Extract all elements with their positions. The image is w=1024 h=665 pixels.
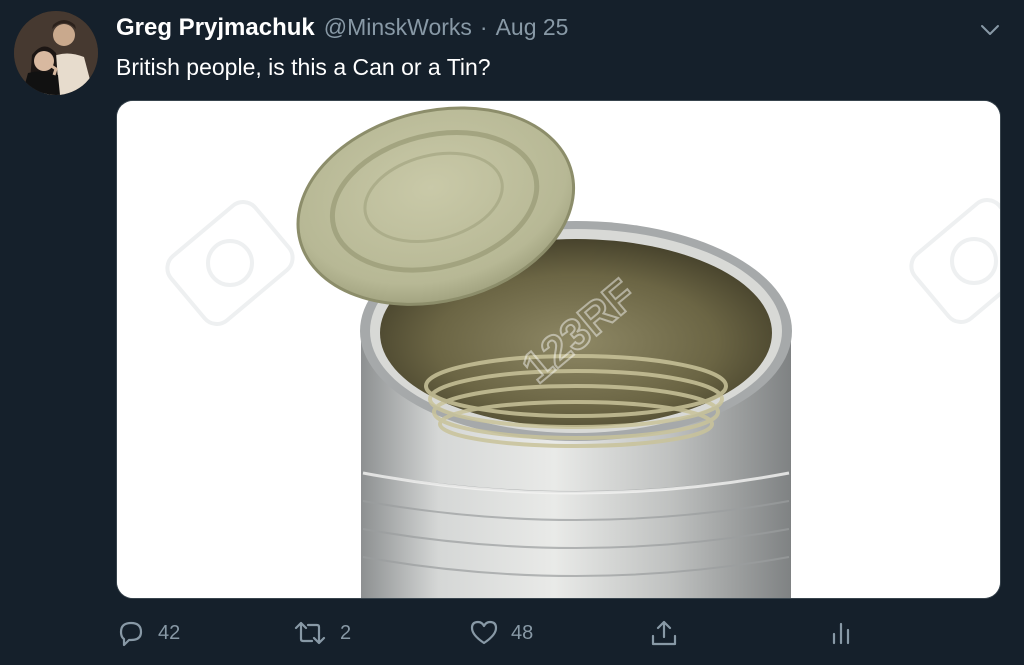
tweet-date[interactable]: Aug 25 — [496, 14, 569, 41]
tweet-text: British people, is this a Can or a Tin? — [116, 54, 491, 80]
author-handle[interactable]: @MinskWorks — [324, 14, 472, 41]
heart-icon — [470, 620, 498, 645]
chevron-down-icon — [981, 25, 999, 35]
share-icon — [651, 620, 677, 646]
share-button[interactable] — [649, 615, 679, 651]
header-separator: · — [479, 14, 488, 40]
tweet-header: Greg Pryjmachuk @MinskWorks · Aug 25 — [116, 14, 964, 46]
retweet-icon — [294, 621, 326, 645]
author-name[interactable]: Greg Pryjmachuk — [116, 14, 315, 42]
like-count: 48 — [511, 621, 534, 644]
analytics-icon — [832, 622, 850, 645]
like-button[interactable]: 48 — [469, 615, 533, 651]
reply-icon — [119, 621, 143, 647]
tweet-image[interactable]: 123RF — [117, 101, 1000, 598]
analytics-button[interactable] — [826, 615, 856, 651]
reply-button[interactable]: 42 — [116, 615, 180, 651]
reply-count: 42 — [158, 621, 181, 644]
tweet-menu-button[interactable] — [976, 16, 1004, 44]
avatar[interactable] — [14, 11, 98, 95]
retweet-button[interactable]: 2 — [292, 615, 351, 651]
tweet-actions: 42 2 48 — [116, 615, 876, 651]
retweet-count: 2 — [340, 621, 352, 644]
avatar-photo — [14, 11, 98, 95]
tin-can-photo: 123RF — [117, 101, 1000, 598]
